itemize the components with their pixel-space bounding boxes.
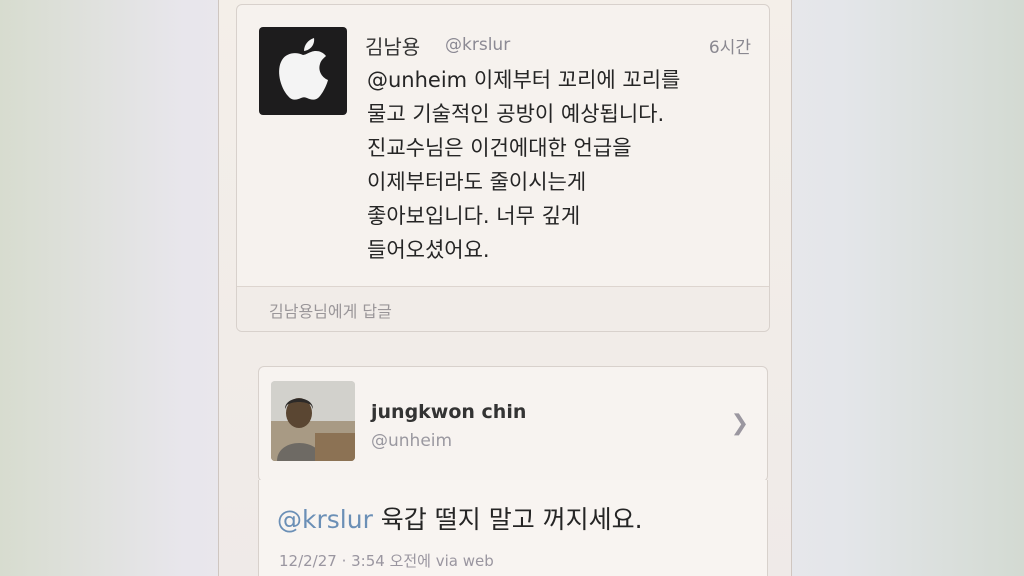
tweet-line: 진교수님은 이건에대한 언급을: [367, 136, 632, 160]
reply-body: 육갑 떨지 말고 꺼지세요.: [372, 505, 643, 534]
tweet-card[interactable]: 김남용 @krslur 6시간 @unheim 이제부터 꼬리에 꼬리를 물고 …: [236, 4, 770, 332]
tweet-line: 들어오셨어요.: [367, 238, 490, 262]
tweet-text: @unheim 이제부터 꼬리에 꼬리를 물고 기술적인 공방이 예상됩니다. …: [367, 63, 757, 267]
reply-meta: 12/2/27 · 3:54 오전에 via web: [279, 552, 494, 570]
avatar[interactable]: [259, 27, 347, 115]
tweet-line: @unheim 이제부터 꼬리에 꼬리를: [367, 68, 681, 92]
tweet-author-name[interactable]: 김남용: [365, 31, 420, 60]
chevron-right-icon[interactable]: ❯: [731, 411, 749, 436]
avatar[interactable]: [271, 381, 355, 461]
person-photo: [271, 381, 355, 461]
profile-card[interactable]: jungkwon chin @unheim ❯: [258, 366, 768, 482]
tweet-line: 좋아보입니다. 너무 깊게: [367, 204, 581, 228]
reply-placeholder: 김남용님에게 답글: [269, 302, 392, 321]
tweet-line: 물고 기술적인 공방이 예상됩니다.: [367, 102, 665, 126]
tweet-timestamp[interactable]: 6시간: [709, 33, 751, 58]
apple-logo-icon: [279, 38, 328, 100]
reply-tweet-card[interactable]: @krslur 육갑 떨지 말고 꺼지세요. 12/2/27 · 3:54 오전…: [258, 480, 768, 576]
reply-input[interactable]: 김남용님에게 답글: [237, 286, 769, 331]
tweet-author-handle[interactable]: @krslur: [445, 35, 510, 55]
mention-link[interactable]: @krslur: [277, 505, 373, 534]
profile-name[interactable]: jungkwon chin: [371, 401, 526, 423]
tweet-line: 이제부터라도 줄이시는게: [367, 170, 587, 194]
reply-text: @krslur 육갑 떨지 말고 꺼지세요.: [277, 500, 643, 536]
profile-handle[interactable]: @unheim: [371, 431, 452, 451]
